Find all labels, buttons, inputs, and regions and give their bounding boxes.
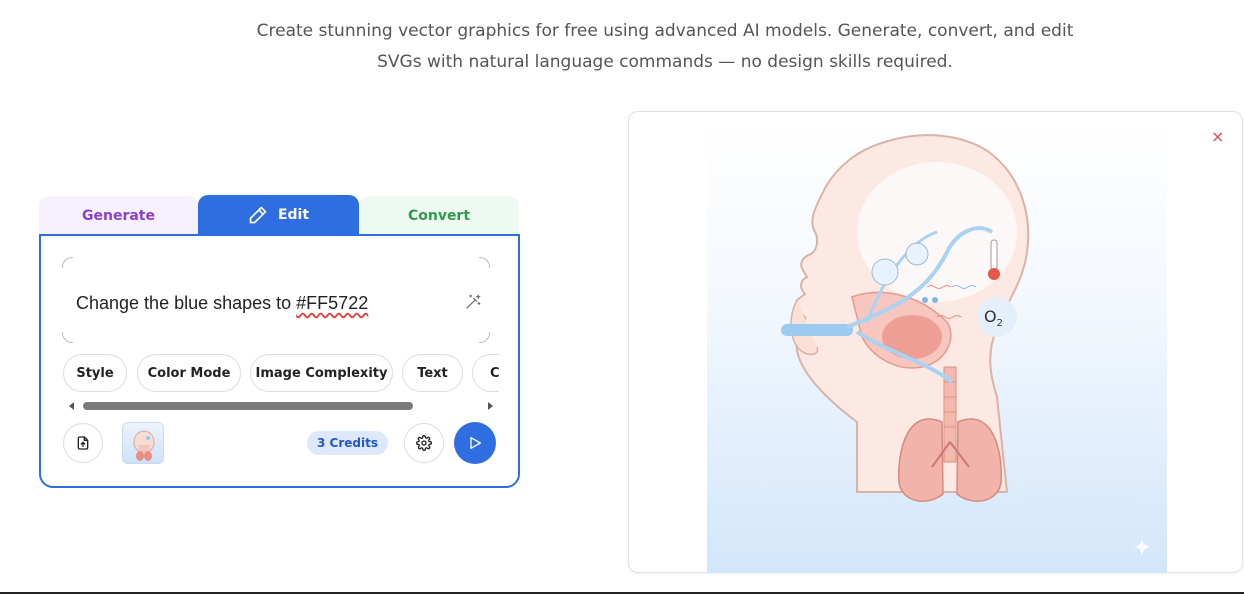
scroll-left-arrow-icon[interactable] [69, 402, 74, 410]
preview-panel: O2 × [628, 111, 1243, 573]
tab-generate[interactable]: Generate [39, 196, 198, 235]
chips-scrollbar[interactable] [65, 400, 495, 412]
option-chips: Style Color Mode Image Complexity Text C [61, 354, 499, 394]
pencil-icon [249, 206, 267, 224]
chip-style[interactable]: Style [63, 354, 127, 392]
subtitle-line-1: Create stunning vector graphics for free… [256, 21, 1074, 41]
chip-color-mode[interactable]: Color Mode [137, 354, 241, 392]
upload-button[interactable] [63, 423, 103, 463]
scroll-right-arrow-icon[interactable] [488, 402, 493, 410]
tab-edit-label: Edit [277, 207, 310, 223]
oxygen-label-sub: 2 [997, 318, 1003, 329]
hero-subtitle: Create stunning vector graphics for free… [180, 16, 1150, 78]
mode-tabs: Generate Edit Convert [39, 195, 519, 235]
chip-image-complexity[interactable]: Image Complexity [250, 354, 393, 392]
credits-badge: 3 Credits [307, 431, 388, 455]
play-send-icon [470, 437, 481, 449]
edit-panel: Change the blue shapes to #FF5722 Style … [39, 234, 520, 488]
close-preview-button[interactable]: × [1211, 127, 1224, 146]
tab-generate-label: Generate [82, 207, 155, 224]
prompt-text-prefix: Change the blue shapes to [76, 293, 297, 313]
oxygen-label-o: O [984, 307, 997, 326]
uploaded-image-thumbnail[interactable] [122, 422, 164, 464]
subtitle-line-2: SVGs with natural language commands — no… [377, 52, 953, 72]
action-row: 3 Credits [61, 422, 501, 466]
sparkle-icon [1132, 537, 1152, 557]
prompt-text-color-code: #FF5722 [296, 293, 369, 313]
prompt-text[interactable]: Change the blue shapes to #FF5722 [76, 293, 368, 314]
magic-wand-icon[interactable] [464, 293, 482, 311]
tab-convert[interactable]: Convert [359, 196, 519, 235]
tab-convert-label: Convert [407, 207, 471, 224]
gear-icon [416, 435, 432, 451]
tab-edit[interactable]: Edit [198, 195, 359, 235]
send-button[interactable] [454, 422, 496, 464]
settings-button[interactable] [404, 423, 444, 463]
generated-svg-preview[interactable]: O2 [707, 122, 1167, 573]
chip-truncated[interactable]: C [472, 354, 499, 392]
prompt-input[interactable]: Change the blue shapes to #FF5722 [61, 256, 491, 344]
scrollbar-thumb[interactable] [83, 402, 413, 410]
upload-file-icon [77, 436, 89, 450]
chip-text[interactable]: Text [402, 354, 463, 392]
